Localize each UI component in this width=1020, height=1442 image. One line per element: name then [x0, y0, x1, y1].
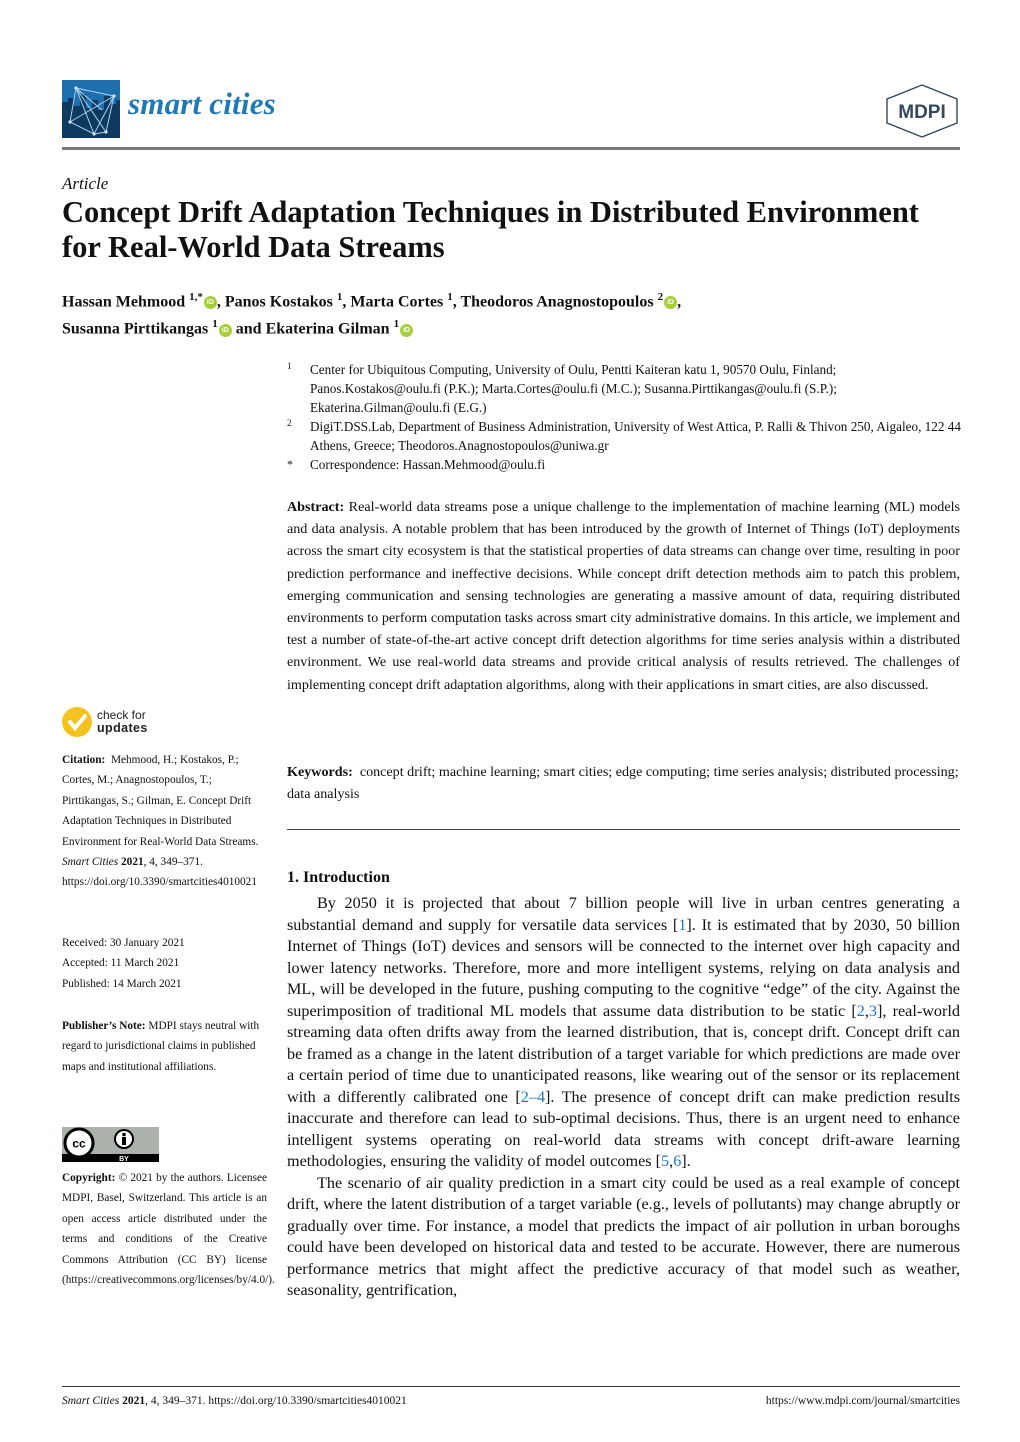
author-affiliation-mark: 1	[212, 318, 218, 331]
section-heading-introduction: 1. Introduction	[287, 869, 390, 886]
abstract-label: Abstract:	[287, 499, 345, 515]
citation-label: Citation:	[62, 754, 106, 766]
affiliation-item: 2 DigiT.DSS.Lab, Department of Business A…	[287, 417, 967, 455]
text-run: ].	[681, 1152, 691, 1170]
orcid-icon[interactable]: iD	[218, 323, 232, 337]
orcid-icon[interactable]: iD	[664, 296, 678, 310]
article-type: Article	[62, 174, 109, 193]
author-affiliation-mark: 2	[657, 291, 664, 303]
footer-journal: Smart Cities	[62, 1395, 120, 1407]
article-title: Concept Drift Adaptation Techniques in D…	[62, 195, 919, 264]
author-name: Panos Kostakos	[224, 293, 337, 311]
affiliation-text: Center for Ubiquitous Computing, Univers…	[310, 362, 837, 415]
section-divider	[287, 829, 960, 830]
affiliation-mark: 1	[287, 361, 292, 371]
check-for-updates-button[interactable]: check for updates	[62, 707, 172, 739]
affiliation-text: DigiT.DSS.Lab, Department of Business Ad…	[310, 419, 961, 453]
author-affiliation-mark: 1,*	[189, 291, 203, 303]
citation-block: Citation: Mehmood, H.; Kostakos, P.; Cor…	[62, 750, 267, 893]
author-name: Susanna Pirttikangas	[62, 320, 213, 338]
citation-text: Mehmood, H.; Kostakos, P.; Cortes, M.; A…	[62, 754, 259, 848]
introduction-body: By 2050 it is projected that about 7 bil…	[287, 893, 960, 1302]
cc-by-license-badge[interactable]: cc BY	[62, 1127, 159, 1163]
affiliation-item: * Correspondence: Hassan.Mehmood@oulu.fi	[287, 455, 967, 474]
author-separator: and	[231, 320, 266, 338]
publisher-note: Publisher’s Note: MDPI stays neutral wit…	[62, 1016, 267, 1077]
author-separator: ,	[216, 293, 225, 311]
svg-text:cc: cc	[72, 1137, 86, 1151]
date-accepted: Accepted: 11 March 2021	[62, 957, 180, 970]
keywords: Keywords: concept drift; machine learnin…	[287, 761, 960, 805]
abstract: Abstract: Real-world data streams pose a…	[287, 496, 960, 696]
copyright-text: © 2021 by the authors. Licensee MDPI, Ba…	[62, 1172, 275, 1287]
affiliations: 1 Center for Ubiquitous Computing, Univer…	[287, 360, 967, 474]
copyright-notice: Copyright: © 2021 by the authors. Licens…	[62, 1168, 275, 1290]
mdpi-wordmark: MDPI	[898, 102, 946, 123]
abstract-text: Real-world data streams pose a unique ch…	[287, 499, 960, 693]
reference-link[interactable]: 3	[869, 1002, 877, 1020]
affiliation-mark: *	[287, 457, 293, 471]
smart-cities-logo-icon	[62, 80, 120, 138]
header-divider	[62, 147, 960, 150]
author-name: Marta Cortes	[350, 293, 448, 311]
footer-journal-url[interactable]: https://www.mdpi.com/journal/smartcities	[766, 1395, 960, 1407]
reference-link[interactable]: 2	[857, 1002, 865, 1020]
paragraph: By 2050 it is projected that about 7 bil…	[287, 893, 960, 1173]
author-list: Hassan Mehmood 1,* iD, Panos Kostakos 1, …	[62, 286, 962, 341]
author-name: Theodoros Anagnostopoulos	[460, 293, 658, 311]
reference-link[interactable]: 2–4	[521, 1088, 545, 1106]
affiliation-mark: 2	[287, 418, 292, 428]
footer-doi-link[interactable]: , 4, 349–371. https://doi.org/10.3390/sm…	[145, 1395, 407, 1407]
date-received: Received: 30 January 2021	[62, 937, 185, 949]
publication-dates: Received: 30 January 2021 Accepted: 11 M…	[62, 933, 267, 994]
affiliation-text: Correspondence: Hassan.Mehmood@oulu.fi	[310, 457, 546, 472]
publisher-note-label: Publisher’s Note:	[62, 1020, 146, 1032]
footer-year: 2021	[122, 1395, 146, 1407]
affiliation-item: 1 Center for Ubiquitous Computing, Univer…	[287, 360, 967, 417]
date-published: Published: 14 March 2021	[62, 977, 182, 990]
reference-link[interactable]: 5	[661, 1152, 669, 1170]
mdpi-hexagon-logo-icon: MDPI	[883, 83, 961, 139]
orcid-icon[interactable]: iD	[400, 323, 414, 337]
keywords-label: Keywords:	[287, 764, 353, 780]
citation-journal: Smart Cities	[62, 856, 119, 869]
keywords-text: concept drift; machine learning; smart c…	[287, 764, 959, 803]
checkmark-icon	[62, 707, 92, 737]
footer-citation: Smart Cities 2021, 4, 349–371. https://d…	[62, 1395, 407, 1407]
author-name: Ekaterina Gilman	[265, 320, 394, 338]
check-updates-line2: updates	[97, 721, 148, 735]
paragraph: The scenario of air quality prediction i…	[287, 1173, 960, 1300]
orcid-icon[interactable]: iD	[203, 296, 217, 310]
author-affiliation-mark: 1	[393, 318, 400, 331]
footer-divider	[62, 1386, 960, 1387]
journal-name: smart cities	[128, 86, 276, 121]
check-updates-line1: check for	[97, 708, 146, 722]
copyright-label: Copyright:	[62, 1172, 116, 1184]
author-name: Hassan Mehmood	[62, 293, 190, 311]
citation-year: 2021	[121, 856, 144, 869]
svg-text:BY: BY	[119, 1156, 129, 1162]
author-separator: ,	[677, 293, 682, 311]
